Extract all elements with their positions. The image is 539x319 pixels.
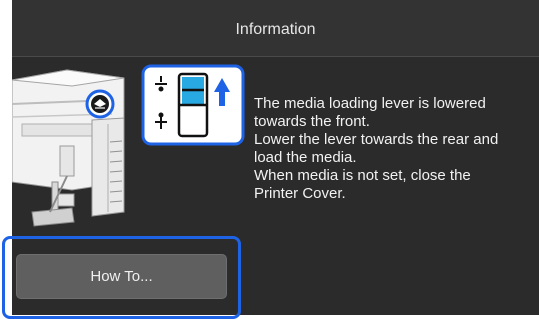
information-message: The media loading lever is lowered towar…	[254, 95, 539, 203]
message-line: The media loading lever is lowered	[254, 95, 486, 112]
paper-loading-icon	[85, 89, 115, 119]
header-bar: Information	[12, 0, 539, 57]
printer-illustration	[12, 64, 245, 227]
message-line: Lower the lever towards the rear and	[254, 131, 499, 148]
lever-up-indicator-icon	[141, 64, 245, 146]
message-line: towards the front.	[254, 113, 370, 130]
page-title: Information	[235, 21, 316, 38]
message-line: load the media.	[254, 149, 357, 166]
device-screen-frame: Information The media loading lever is l…	[0, 0, 539, 319]
message-line: When media is not set, close the	[254, 167, 471, 184]
how-to-button[interactable]: How To...	[16, 254, 227, 299]
message-line: Printer Cover.	[254, 185, 346, 202]
